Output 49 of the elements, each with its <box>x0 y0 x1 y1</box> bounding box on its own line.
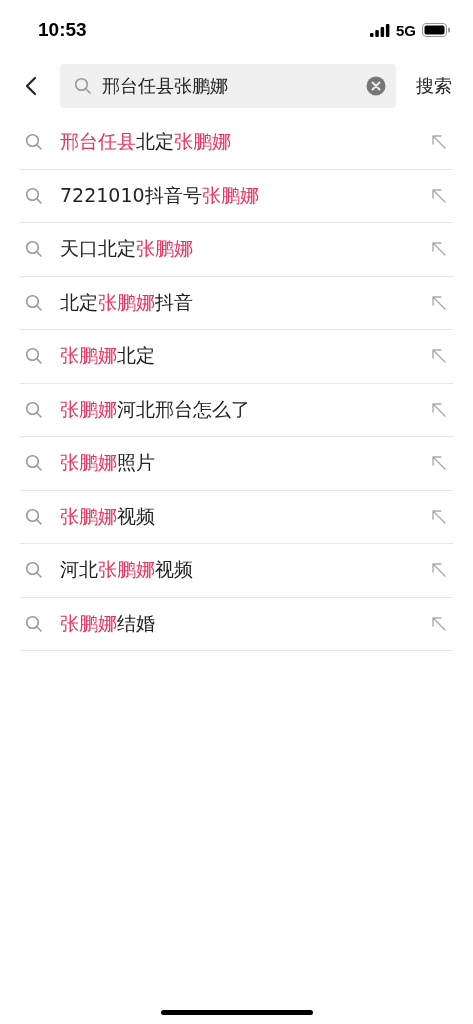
search-icon <box>25 561 43 580</box>
search-icon <box>25 400 43 419</box>
search-icon <box>25 133 43 152</box>
fill-arrow-icon[interactable] <box>431 562 447 579</box>
battery-icon <box>422 23 451 37</box>
search-icon <box>25 186 43 205</box>
network-label: 5G <box>396 21 416 39</box>
fill-arrow-icon[interactable] <box>431 401 447 418</box>
fill-arrow-icon[interactable] <box>431 294 447 311</box>
search-icon <box>74 77 92 95</box>
fill-arrow-icon[interactable] <box>431 134 447 151</box>
suggestion-text: 北定张鹏娜抖音 <box>60 289 194 315</box>
search-icon <box>25 507 43 526</box>
fill-arrow-icon[interactable] <box>431 241 447 258</box>
clear-icon[interactable] <box>366 76 386 96</box>
suggestion-text: 张鹏娜北定 <box>60 343 156 369</box>
home-indicator[interactable] <box>160 1010 313 1015</box>
search-button[interactable]: 搜索 <box>416 74 452 98</box>
suggestion-item[interactable]: 河北张鹏娜视频 <box>20 544 453 598</box>
suggestion-item[interactable]: 北定张鹏娜抖音 <box>20 276 453 330</box>
fill-arrow-icon[interactable] <box>431 187 447 204</box>
search-icon <box>25 454 43 473</box>
suggestion-text: 张鹏娜视频 <box>60 503 156 529</box>
fill-arrow-icon[interactable] <box>431 615 447 632</box>
fill-arrow-icon[interactable] <box>431 508 447 525</box>
suggestion-text: 邢台任县北定张鹏娜 <box>60 129 232 155</box>
suggestion-item[interactable]: 张鹏娜视频 <box>20 490 453 544</box>
suggestion-text: 张鹏娜河北邢台怎么了 <box>60 396 251 422</box>
suggestion-text: 天口北定张鹏娜 <box>60 236 194 262</box>
suggestion-item[interactable]: 张鹏娜结婚 <box>20 597 453 651</box>
search-icon <box>25 240 43 259</box>
suggestion-text: 张鹏娜照片 <box>60 450 156 476</box>
suggestion-text: 7221010抖音号张鹏娜 <box>60 182 260 208</box>
search-icon <box>25 614 43 633</box>
search-field[interactable]: 邢台任县张鹏娜 <box>60 64 396 108</box>
suggestion-item[interactable]: 张鹏娜照片 <box>20 437 453 491</box>
fill-arrow-icon[interactable] <box>431 455 447 472</box>
signal-icon <box>370 23 390 37</box>
suggestion-item[interactable]: 邢台任县北定张鹏娜 <box>20 116 453 170</box>
suggestion-item[interactable]: 张鹏娜河北邢台怎么了 <box>20 383 453 437</box>
suggestion-item[interactable]: 7221010抖音号张鹏娜 <box>20 169 453 223</box>
suggestion-text: 张鹏娜结婚 <box>60 610 156 636</box>
search-icon <box>25 293 43 312</box>
fill-arrow-icon[interactable] <box>431 348 447 365</box>
status-time: 10:53 <box>38 19 88 41</box>
suggestion-item[interactable]: 张鹏娜北定 <box>20 330 453 384</box>
suggestion-text: 河北张鹏娜视频 <box>60 557 194 583</box>
suggestion-item[interactable]: 天口北定张鹏娜 <box>20 223 453 277</box>
search-icon <box>25 347 43 366</box>
